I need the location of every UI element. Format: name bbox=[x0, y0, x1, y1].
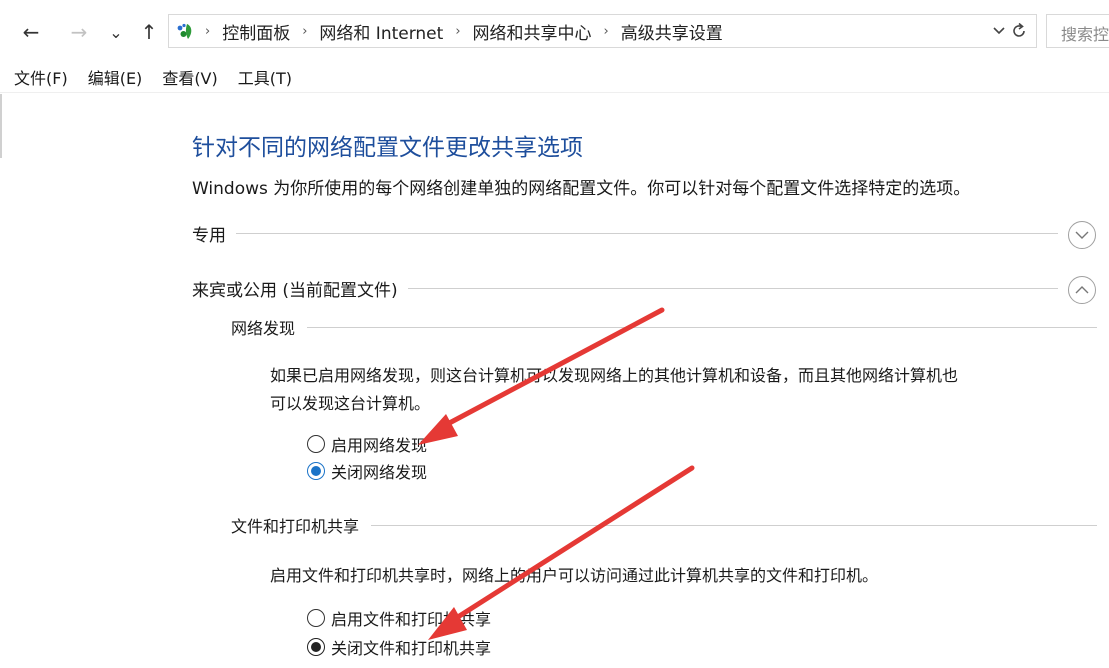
radio-disable-network-discovery[interactable]: 关闭网络发现 bbox=[307, 458, 427, 484]
profile-public-header[interactable]: 来宾或公用 (当前配置文件) bbox=[192, 273, 1058, 303]
network-discovery-text-line1: 如果已启用网络发现，则这台计算机可以发现网络上的其他计算机和设备，而且其他网络计… bbox=[270, 366, 959, 385]
control-panel-icon bbox=[177, 23, 192, 39]
radio-enable-network-discovery[interactable]: 启用网络发现 bbox=[307, 431, 427, 457]
radio-label: 关闭文件和打印机共享 bbox=[331, 639, 492, 658]
up-arrow-icon[interactable]: ↑ bbox=[138, 19, 160, 45]
window: ← → ⌄ ↑ › 控制面板 › 网络和 Internet › 网络和共享中心 … bbox=[0, 0, 1109, 668]
breadcrumb-network-internet[interactable]: 网络和 Internet bbox=[319, 19, 443, 44]
breadcrumb-control-panel[interactable]: 控制面板 bbox=[222, 19, 290, 44]
page-description: Windows 为你所使用的每个网络创建单独的网络配置文件。你可以针对每个配置文… bbox=[192, 179, 971, 199]
forward-arrow-icon[interactable]: → bbox=[68, 19, 90, 45]
breadcrumb-network-sharing-center[interactable]: 网络和共享中心 bbox=[473, 19, 592, 44]
radio-disable-file-printer-sharing[interactable]: 关闭文件和打印机共享 bbox=[307, 634, 491, 660]
profile-public-label: 来宾或公用 (当前配置文件) bbox=[192, 280, 398, 301]
collapse-public-button[interactable] bbox=[1068, 276, 1096, 304]
back-arrow-icon[interactable]: ← bbox=[20, 19, 42, 45]
network-discovery-text-line2: 可以发现这台计算机。 bbox=[270, 394, 431, 413]
breadcrumb-separator: › bbox=[205, 23, 211, 39]
breadcrumb-separator: › bbox=[302, 23, 308, 39]
file-printer-sharing-header: 文件和打印机共享 bbox=[231, 512, 1097, 538]
divider bbox=[407, 287, 1058, 289]
radio-button[interactable] bbox=[307, 435, 325, 453]
radio-button[interactable] bbox=[307, 609, 325, 627]
breadcrumb-separator: › bbox=[603, 23, 609, 39]
menu-file[interactable]: 文件(F) bbox=[14, 65, 68, 89]
address-toolbar: ← → ⌄ ↑ › 控制面板 › 网络和 Internet › 网络和共享中心 … bbox=[0, 0, 1109, 62]
chevron-up-icon bbox=[1075, 286, 1089, 294]
network-discovery-title: 网络发现 bbox=[231, 319, 296, 338]
network-discovery-header: 网络发现 bbox=[231, 314, 1097, 340]
address-dropdown-icon[interactable] bbox=[992, 24, 1006, 38]
profile-private-label: 专用 bbox=[192, 225, 226, 246]
radio-label: 关闭网络发现 bbox=[331, 463, 428, 482]
forward-glyph: → bbox=[70, 20, 88, 44]
page-title: 针对不同的网络配置文件更改共享选项 bbox=[192, 135, 583, 161]
divider bbox=[371, 524, 1097, 526]
radio-label: 启用网络发现 bbox=[331, 436, 428, 455]
chevron-down-icon[interactable]: ⌄ bbox=[108, 19, 124, 45]
search-input[interactable]: 搜索控 bbox=[1046, 14, 1109, 48]
menu-edit[interactable]: 编辑(E) bbox=[88, 65, 143, 89]
chevron-down-icon bbox=[1075, 231, 1089, 239]
radio-label: 启用文件和打印机共享 bbox=[331, 610, 492, 629]
divider bbox=[307, 326, 1097, 328]
up-glyph: ↑ bbox=[140, 20, 158, 44]
profile-private-header[interactable]: 专用 bbox=[192, 218, 1058, 248]
menu-tools[interactable]: 工具(T) bbox=[238, 65, 292, 89]
network-discovery-text: 如果已启用网络发现，则这台计算机可以发现网络上的其他计算机和设备，而且其他网络计… bbox=[270, 362, 1090, 418]
refresh-icon[interactable] bbox=[1009, 21, 1029, 41]
main-content: 针对不同的网络配置文件更改共享选项 Windows 为你所使用的每个网络创建单独… bbox=[0, 92, 1109, 668]
file-printer-sharing-title: 文件和打印机共享 bbox=[231, 517, 360, 536]
breadcrumb-advanced-sharing[interactable]: 高级共享设置 bbox=[621, 19, 723, 44]
file-printer-sharing-text: 启用文件和打印机共享时，网络上的用户可以访问通过此计算机共享的文件和打印机。 bbox=[270, 566, 879, 585]
expand-private-button[interactable] bbox=[1068, 221, 1096, 249]
radio-button-checked[interactable] bbox=[307, 462, 325, 480]
back-glyph: ← bbox=[22, 20, 40, 44]
menu-bar: 文件(F) 编辑(E) 查看(V) 工具(T) bbox=[0, 62, 1109, 93]
address-bar[interactable]: › 控制面板 › 网络和 Internet › 网络和共享中心 › 高级共享设置 bbox=[168, 14, 1037, 48]
radio-button-checked[interactable] bbox=[307, 638, 325, 656]
breadcrumb: › 控制面板 › 网络和 Internet › 网络和共享中心 › 高级共享设置 bbox=[205, 15, 723, 47]
radio-enable-file-printer-sharing[interactable]: 启用文件和打印机共享 bbox=[307, 605, 491, 631]
recent-glyph: ⌄ bbox=[109, 22, 123, 42]
breadcrumb-separator: › bbox=[455, 23, 461, 39]
search-placeholder: 搜索控 bbox=[1061, 25, 1109, 44]
menu-view[interactable]: 查看(V) bbox=[162, 65, 217, 89]
divider bbox=[236, 232, 1058, 234]
